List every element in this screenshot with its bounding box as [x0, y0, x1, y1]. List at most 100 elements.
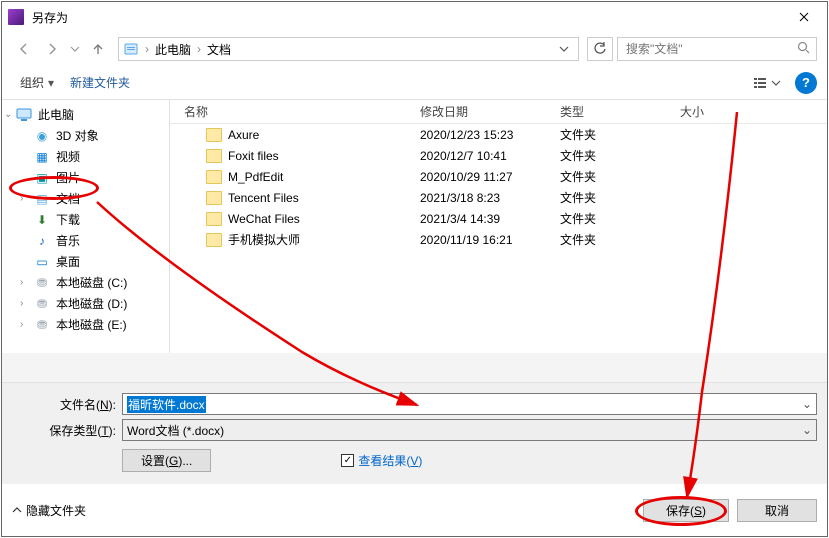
filetype-combobox[interactable]: Word文档 (*.docx) ⌄: [122, 419, 817, 441]
recent-locations-button[interactable]: [68, 37, 82, 61]
tree-item-1[interactable]: ▦视频: [2, 146, 169, 167]
close-button[interactable]: [781, 2, 827, 32]
folder-icon: [206, 212, 222, 226]
save-button-label: 保存(S): [666, 502, 706, 519]
tree-item-label: 本地磁盘 (C:): [56, 274, 127, 291]
tree-item-7[interactable]: ›⛃本地磁盘 (C:): [2, 272, 169, 293]
file-type: 文件夹: [560, 210, 680, 227]
arrow-up-icon: [90, 41, 106, 57]
organize-button[interactable]: 组织 ▾: [12, 70, 62, 96]
file-row[interactable]: Tencent Files 2021/3/18 8:23文件夹: [170, 187, 827, 208]
help-button[interactable]: ?: [795, 72, 817, 94]
tree-item-icon: ▣: [34, 170, 50, 186]
file-name: Foxit files: [228, 149, 279, 163]
columns-header: 名称 修改日期 类型 大小: [170, 100, 827, 124]
tree-item-0[interactable]: ◉3D 对象: [2, 125, 169, 146]
chevron-down-icon: [70, 44, 80, 54]
file-name: Tencent Files: [228, 191, 299, 205]
file-row[interactable]: WeChat Files2021/3/4 14:39文件夹: [170, 208, 827, 229]
window-title: 另存为: [32, 9, 781, 26]
filename-value: 福昕软件.docx: [127, 396, 206, 413]
address-dropdown-button[interactable]: [554, 38, 574, 60]
file-type: 文件夹: [560, 168, 680, 185]
folder-icon: [206, 170, 222, 184]
chevron-down-icon[interactable]: ⌄: [802, 397, 812, 411]
forward-button[interactable]: [40, 37, 64, 61]
tree-item-icon: ◉: [34, 128, 50, 144]
search-icon: [797, 41, 810, 57]
file-row[interactable]: Foxit files2020/12/7 10:41文件夹: [170, 145, 827, 166]
filetype-value: Word文档 (*.docx): [127, 422, 224, 439]
tree-item-4[interactable]: ⬇下载: [2, 209, 169, 230]
new-folder-button[interactable]: 新建文件夹: [62, 70, 138, 96]
file-row[interactable]: 手机模拟大师2020/11/19 16:21文件夹: [170, 229, 827, 250]
tree-item-icon: ⛃: [34, 296, 50, 312]
tree-root-this-pc[interactable]: ⌄ 此电脑: [2, 104, 169, 125]
view-mode-button[interactable]: [749, 72, 785, 94]
tree-item-label: 桌面: [56, 253, 80, 270]
file-type: 文件夹: [560, 147, 680, 164]
filename-label: 文件名(N):: [12, 396, 122, 413]
tree-item-label: 本地磁盘 (D:): [56, 295, 127, 312]
save-button[interactable]: 保存(S): [643, 499, 729, 522]
chevron-right-icon: ›: [145, 42, 149, 56]
cancel-button[interactable]: 取消: [737, 499, 817, 522]
view-results-label[interactable]: 查看结果(V): [358, 452, 422, 469]
chevron-down-icon: [559, 44, 569, 54]
address-bar[interactable]: › 此电脑 › 文档: [118, 37, 579, 61]
filename-input[interactable]: 福昕软件.docx ⌄: [122, 393, 817, 415]
hide-folders-label: 隐藏文件夹: [26, 502, 86, 519]
pc-icon: [16, 107, 32, 123]
file-row[interactable]: M_PdfEdit2020/10/29 11:27文件夹: [170, 166, 827, 187]
search-box[interactable]: [617, 37, 817, 61]
chevron-up-icon: [12, 505, 22, 515]
file-date: 2020/11/19 16:21: [420, 233, 560, 247]
back-button[interactable]: [12, 37, 36, 61]
hide-folders-toggle[interactable]: 隐藏文件夹: [12, 502, 86, 519]
col-header-name[interactable]: 名称: [170, 103, 420, 120]
app-icon: [8, 9, 24, 25]
file-list[interactable]: Axure2020/12/23 15:23文件夹Foxit files2020/…: [170, 124, 827, 250]
tree-item-2[interactable]: ▣ 图片: [2, 167, 169, 188]
breadcrumb-root[interactable]: 此电脑: [151, 41, 195, 58]
folder-icon: [206, 128, 222, 142]
file-row[interactable]: Axure2020/12/23 15:23文件夹: [170, 124, 827, 145]
file-type: 文件夹: [560, 189, 680, 206]
chevron-down-icon: ⌄: [802, 423, 812, 437]
tree-item-label: 下载: [56, 211, 80, 228]
folder-icon: [206, 233, 222, 247]
tree-item-label: 文档: [56, 190, 80, 207]
file-date: 2020/10/29 11:27: [420, 170, 560, 184]
col-header-date[interactable]: 修改日期: [420, 103, 560, 120]
chevron-right-icon: ›: [20, 319, 23, 330]
filetype-label: 保存类型(T):: [12, 422, 122, 439]
up-button[interactable]: [86, 37, 110, 61]
chevron-down-icon: ▾: [48, 76, 54, 90]
navigation-bar: › 此电脑 › 文档: [2, 32, 827, 66]
tree-item-icon: ▤: [34, 191, 50, 207]
search-input[interactable]: [624, 41, 797, 57]
col-header-type[interactable]: 类型: [560, 103, 680, 120]
folder-tree[interactable]: ⌄ 此电脑 ◉3D 对象▦视频▣图片›▤文档⬇下载♪音乐▭桌面›⛃本地磁盘 (C…: [2, 100, 170, 353]
col-header-size[interactable]: 大小: [680, 103, 760, 120]
tree-item-label: 图片: [56, 169, 80, 186]
document-folder-icon: [123, 41, 139, 57]
file-date: 2021/3/18 8:23: [420, 191, 560, 205]
file-date: 2021/3/4 14:39: [420, 212, 560, 226]
refresh-button[interactable]: [587, 37, 613, 61]
view-results-checkbox[interactable]: ✓: [341, 454, 354, 467]
tree-item-9[interactable]: ›⛃本地磁盘 (E:): [2, 314, 169, 335]
settings-button[interactable]: 设置(G)...: [122, 449, 211, 472]
tree-item-6[interactable]: ▭桌面: [2, 251, 169, 272]
chevron-right-icon: ›: [20, 277, 23, 288]
breadcrumb-sub[interactable]: 文档: [203, 41, 235, 58]
tree-item-5[interactable]: ♪音乐: [2, 230, 169, 251]
tree-item-3[interactable]: ›▤文档: [2, 188, 169, 209]
tree-item-8[interactable]: ›⛃本地磁盘 (D:): [2, 293, 169, 314]
refresh-icon: [593, 42, 607, 56]
titlebar: 另存为: [2, 2, 827, 32]
chevron-right-icon: ›: [197, 42, 201, 56]
folder-icon: [206, 149, 222, 163]
tree-root-label: 此电脑: [38, 106, 74, 123]
tree-item-icon: ▦: [34, 149, 50, 165]
